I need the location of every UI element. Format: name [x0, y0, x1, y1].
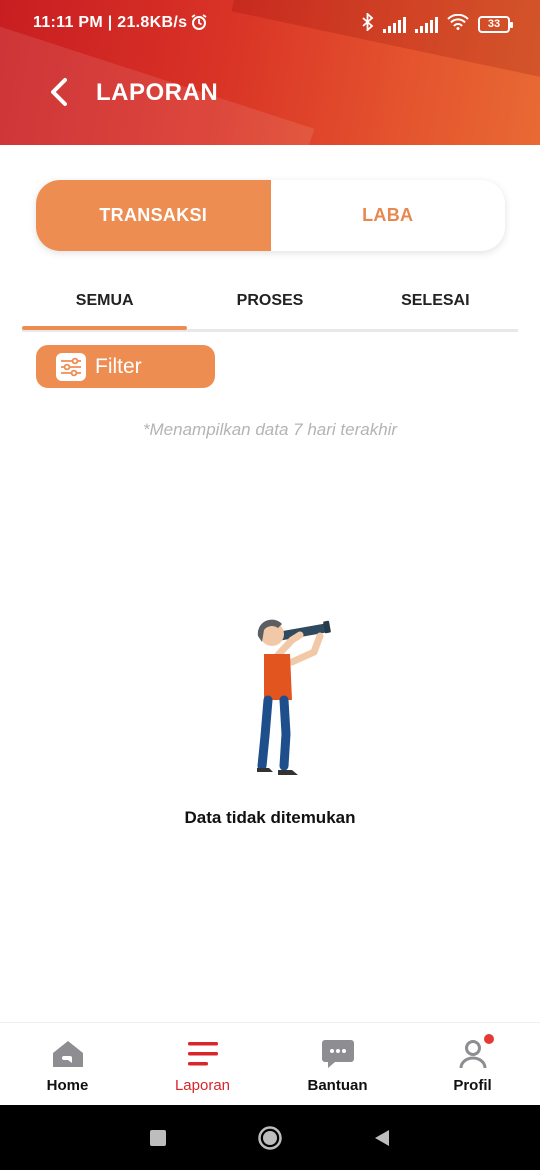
nav-home[interactable]: Home [0, 1023, 135, 1105]
system-nav-bar [0, 1105, 540, 1170]
battery-icon: 33 [478, 16, 513, 33]
home-system-button[interactable] [257, 1125, 283, 1151]
bottom-nav: Home Laporan Bantuan Profil [0, 1022, 540, 1105]
status-bar: 11:11 PM | 21.8KB/s 33 [0, 0, 540, 48]
home-icon [50, 1037, 86, 1071]
nav-laporan-label: Laporan [174, 1077, 231, 1094]
status-tabs: SEMUA PROSES SELESAI [22, 270, 518, 332]
circle-icon [258, 1125, 282, 1150]
page-title: LAPORAN [96, 79, 219, 106]
tab-selesai[interactable]: SELESAI [353, 270, 518, 332]
segment-laba[interactable]: LABA [271, 180, 506, 251]
back-system-button[interactable] [369, 1125, 395, 1151]
status-icons: 33 [362, 11, 513, 36]
recents-button[interactable] [145, 1125, 171, 1151]
back-arrow-icon [51, 78, 67, 106]
filter-button[interactable]: Filter [36, 345, 215, 388]
nav-home-label: Home [46, 1077, 89, 1094]
nav-bantuan[interactable]: Bantuan [270, 1023, 405, 1105]
tab-semua[interactable]: SEMUA [22, 270, 187, 332]
report-icon [185, 1037, 221, 1071]
segment-transaksi[interactable]: TRANSAKSI [36, 180, 271, 251]
nav-profil-label: Profil [453, 1077, 492, 1094]
header: 11:11 PM | 21.8KB/s 33 LAPORAN [0, 0, 540, 145]
status-time: 11:11 PM | 21.8KB/s [33, 14, 188, 31]
filter-sliders-icon [56, 352, 86, 381]
bluetooth-icon [362, 11, 374, 36]
report-type-segment: TRANSAKSI LABA [36, 180, 505, 251]
filter-label: Filter [95, 354, 142, 378]
tab-proses[interactable]: PROSES [187, 270, 352, 332]
date-range-note: *Menampilkan data 7 hari terakhir [142, 420, 398, 439]
nav-profil[interactable]: Profil [405, 1023, 540, 1105]
app-bar: LAPORAN [0, 62, 540, 122]
square-icon [150, 1129, 166, 1146]
telescope-person-illustration [230, 610, 340, 785]
nav-bantuan-label: Bantuan [307, 1077, 368, 1094]
chat-icon [320, 1037, 356, 1071]
wifi-icon [447, 13, 469, 35]
back-button[interactable] [40, 72, 80, 112]
tab-indicator [22, 326, 187, 330]
triangle-back-icon [375, 1129, 389, 1146]
notification-dot [484, 1034, 494, 1044]
alarm-icon [190, 13, 208, 36]
signal-icon [415, 16, 438, 33]
nav-laporan[interactable]: Laporan [135, 1023, 270, 1105]
empty-state-message: Data tidak ditemukan [184, 808, 356, 827]
signal-icon [383, 16, 406, 33]
